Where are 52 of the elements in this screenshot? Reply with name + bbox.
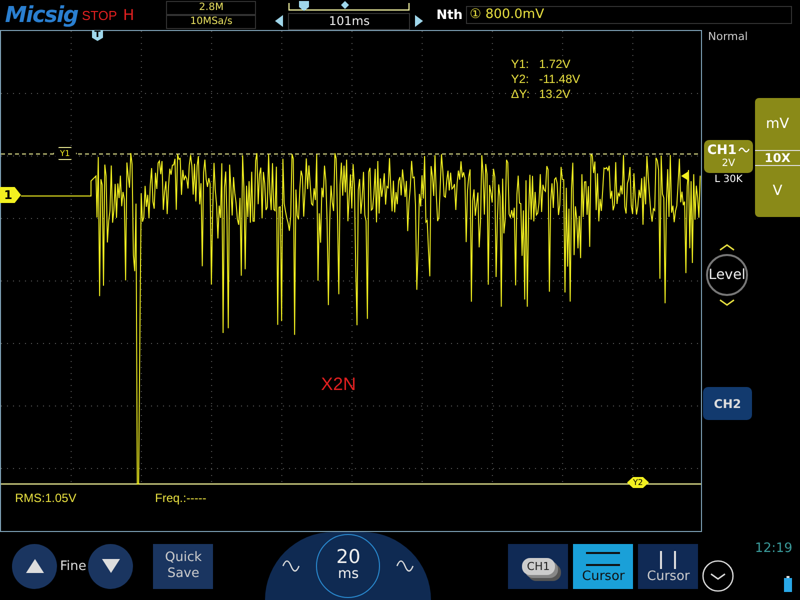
- timebase-value: 20 ms: [316, 534, 380, 598]
- up-triangle-icon: [24, 558, 44, 574]
- memory-depth: 2.8M: [166, 1, 256, 15]
- fine-label: Fine: [60, 558, 86, 574]
- timebase-dial[interactable]: 20 ms: [265, 532, 432, 600]
- function-button[interactable]: Cursor: [573, 544, 634, 588]
- cursor-line[interactable]: [1, 483, 701, 485]
- channel-marker[interactable]: 1: [0, 187, 21, 203]
- readout-label: Y2:: [511, 72, 530, 87]
- time-offset[interactable]: 101ms: [288, 12, 410, 30]
- function-button[interactable]: Cursor: [638, 544, 698, 588]
- unit-option[interactable]: V: [772, 183, 782, 200]
- brand-logo: Micsig: [5, 2, 78, 28]
- level-knob[interactable]: Level: [706, 254, 748, 296]
- unit-option[interactable]: mV: [766, 116, 790, 132]
- ch2-button[interactable]: CH2: [703, 387, 752, 420]
- measurement: RMS:1.05V: [15, 491, 78, 505]
- chevron-down-circle-icon[interactable]: [702, 560, 734, 592]
- readout-value: 1.72V: [539, 57, 570, 72]
- trigger-level-icon: [681, 171, 689, 181]
- readout-value: -11.48V: [539, 72, 580, 87]
- right-arrow-icon[interactable]: [414, 14, 424, 26]
- run-state[interactable]: STOP: [82, 8, 118, 22]
- quick-save-button[interactable]: Quick Save: [153, 544, 214, 588]
- left-arrow-icon[interactable]: [274, 14, 284, 26]
- down-triangle-icon: [100, 558, 121, 574]
- unit-selector[interactable]: mV 10X V: [755, 98, 800, 217]
- trigger-source: ①: [470, 7, 482, 23]
- ac-coupling-icon: [738, 146, 750, 154]
- function-button[interactable]: CH1: [508, 544, 568, 588]
- battery-icon: [784, 576, 792, 592]
- timebase-mode: H: [123, 6, 134, 24]
- trigger-field[interactable]: ① 800.0mV: [466, 6, 792, 24]
- cursor-tag[interactable]: Y1: [53, 147, 77, 160]
- trigger-level: 800.0mV: [485, 7, 544, 23]
- chevron-up-icon[interactable]: [718, 243, 736, 251]
- readout-value: 13.2V: [539, 87, 570, 102]
- readout-label: ΔY:: [511, 87, 531, 102]
- trigger-status: Normal: [708, 30, 748, 43]
- chevron-down-icon[interactable]: [718, 299, 736, 307]
- up-button[interactable]: [12, 544, 57, 588]
- unit-option[interactable]: 10X: [755, 150, 800, 166]
- channel-info: L 30K: [714, 174, 743, 185]
- ch1-button[interactable]: CH1 2V: [704, 140, 753, 173]
- readout-label: Y1:: [511, 57, 530, 72]
- trigger-position-marker[interactable]: T: [92, 30, 103, 41]
- sample-rate: 10MSa/s: [166, 15, 256, 29]
- trigger-type: Nth: [436, 8, 463, 22]
- cursor-tag[interactable]: Y2: [627, 477, 649, 488]
- overlay-text: X2N: [321, 374, 356, 395]
- measurement: Freq.:-----: [155, 491, 208, 505]
- clock: 12:19: [754, 540, 792, 556]
